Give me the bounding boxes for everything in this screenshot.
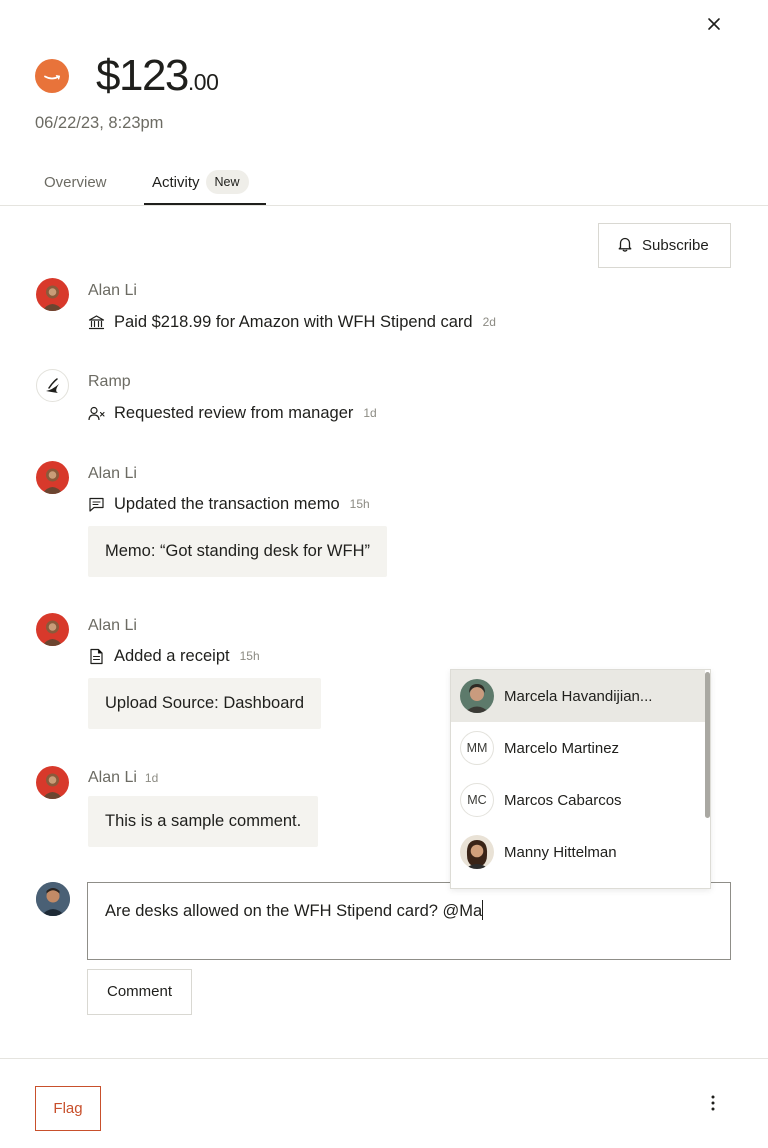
mention-option[interactable]: Manny Hittelman xyxy=(451,826,705,878)
mention-name: Marcela Havandijian... xyxy=(504,687,653,705)
message-icon xyxy=(88,496,105,513)
user-x-icon xyxy=(88,405,105,422)
mention-name: Marcelo Martinez xyxy=(504,739,620,757)
flag-button[interactable]: Flag xyxy=(35,1086,101,1131)
bank-icon xyxy=(88,314,105,331)
avatar-alan-li xyxy=(36,461,69,494)
current-user-avatar xyxy=(36,882,70,916)
avatar-ramp xyxy=(36,369,69,402)
avatar xyxy=(460,835,494,869)
event-text: Updated the transaction memo xyxy=(114,495,340,513)
close-icon[interactable] xyxy=(702,12,726,36)
comment-detail: This is a sample comment. xyxy=(88,796,319,847)
tab-overview-label: Overview xyxy=(44,174,107,191)
activity-actor: Alan Li xyxy=(88,281,137,301)
activity-actor: Alan Li 1d xyxy=(88,768,158,788)
actor-name: Alan Li xyxy=(88,769,137,786)
tab-activity[interactable]: Activity New xyxy=(144,165,266,205)
comment-button[interactable]: Comment xyxy=(87,969,192,1015)
bell-icon xyxy=(616,235,634,257)
more-options-icon[interactable] xyxy=(703,1092,723,1114)
memo-detail: Memo: “Got standing desk for WFH” xyxy=(88,526,387,577)
tab-activity-label: Activity xyxy=(152,174,200,191)
avatar: MM xyxy=(460,731,494,765)
avatar xyxy=(460,679,494,713)
activity-event: Added a receipt 15h xyxy=(88,645,260,667)
transaction-amount: $123.00 xyxy=(96,51,219,110)
actor-name: Ramp xyxy=(88,373,131,390)
event-time: 2d xyxy=(482,315,496,329)
mention-scrollbar[interactable] xyxy=(705,672,710,818)
receipt-detail: Upload Source: Dashboard xyxy=(88,678,322,729)
comment-input[interactable]: Are desks allowed on the WFH Stipend car… xyxy=(87,882,731,960)
event-text: Requested review from manager xyxy=(114,404,354,422)
mention-option[interactable]: Marcela Havandijian... xyxy=(451,670,705,722)
footer-divider xyxy=(0,1058,768,1059)
activity-actor: Alan Li xyxy=(88,464,137,484)
event-time: 1d xyxy=(363,406,377,420)
document-icon xyxy=(88,648,105,665)
subscribe-label: Subscribe xyxy=(642,237,709,254)
activity-actor: Alan Li xyxy=(88,616,137,636)
activity-event: Paid $218.99 for Amazon with WFH Stipend… xyxy=(88,311,496,333)
actor-name: Alan Li xyxy=(88,617,137,634)
event-text: Added a receipt xyxy=(114,647,230,665)
actor-name: Alan Li xyxy=(88,282,137,299)
subscribe-button[interactable]: Subscribe xyxy=(598,223,731,268)
amount-cents: .00 xyxy=(187,69,219,95)
mention-name: Marcos Cabarcos xyxy=(504,791,622,809)
mention-option[interactable]: MM Marcelo Martinez xyxy=(451,722,705,774)
avatar-alan-li xyxy=(36,613,69,646)
event-time: 1d xyxy=(144,771,159,785)
text-caret xyxy=(482,900,484,920)
avatar-alan-li xyxy=(36,278,69,311)
avatar-alan-li xyxy=(36,766,69,799)
activity-event: Updated the transaction memo 15h xyxy=(88,493,370,515)
activity-event: Requested review from manager 1d xyxy=(88,402,377,424)
actor-name: Alan Li xyxy=(88,465,137,482)
event-time: 15h xyxy=(239,649,260,663)
activity-actor: Ramp xyxy=(88,372,131,392)
event-time: 15h xyxy=(349,497,370,511)
avatar: MC xyxy=(460,783,494,817)
amazon-logo-icon xyxy=(35,59,69,93)
comment-input-value: Are desks allowed on the WFH Stipend car… xyxy=(105,902,483,920)
mention-dropdown: Marcela Havandijian... MM Marcelo Martin… xyxy=(450,669,711,889)
tab-bar: Overview Activity New xyxy=(0,165,768,206)
event-text: Paid $218.99 for Amazon with WFH Stipend… xyxy=(114,313,473,331)
tab-overview[interactable]: Overview xyxy=(44,165,107,205)
mention-name: Manny Hittelman xyxy=(504,843,617,861)
amount-dollars: $123 xyxy=(96,51,189,100)
mention-option[interactable]: MC Marcos Cabarcos xyxy=(451,774,705,826)
new-badge: New xyxy=(205,170,249,194)
transaction-date: 06/22/23, 8:23pm xyxy=(35,114,164,132)
